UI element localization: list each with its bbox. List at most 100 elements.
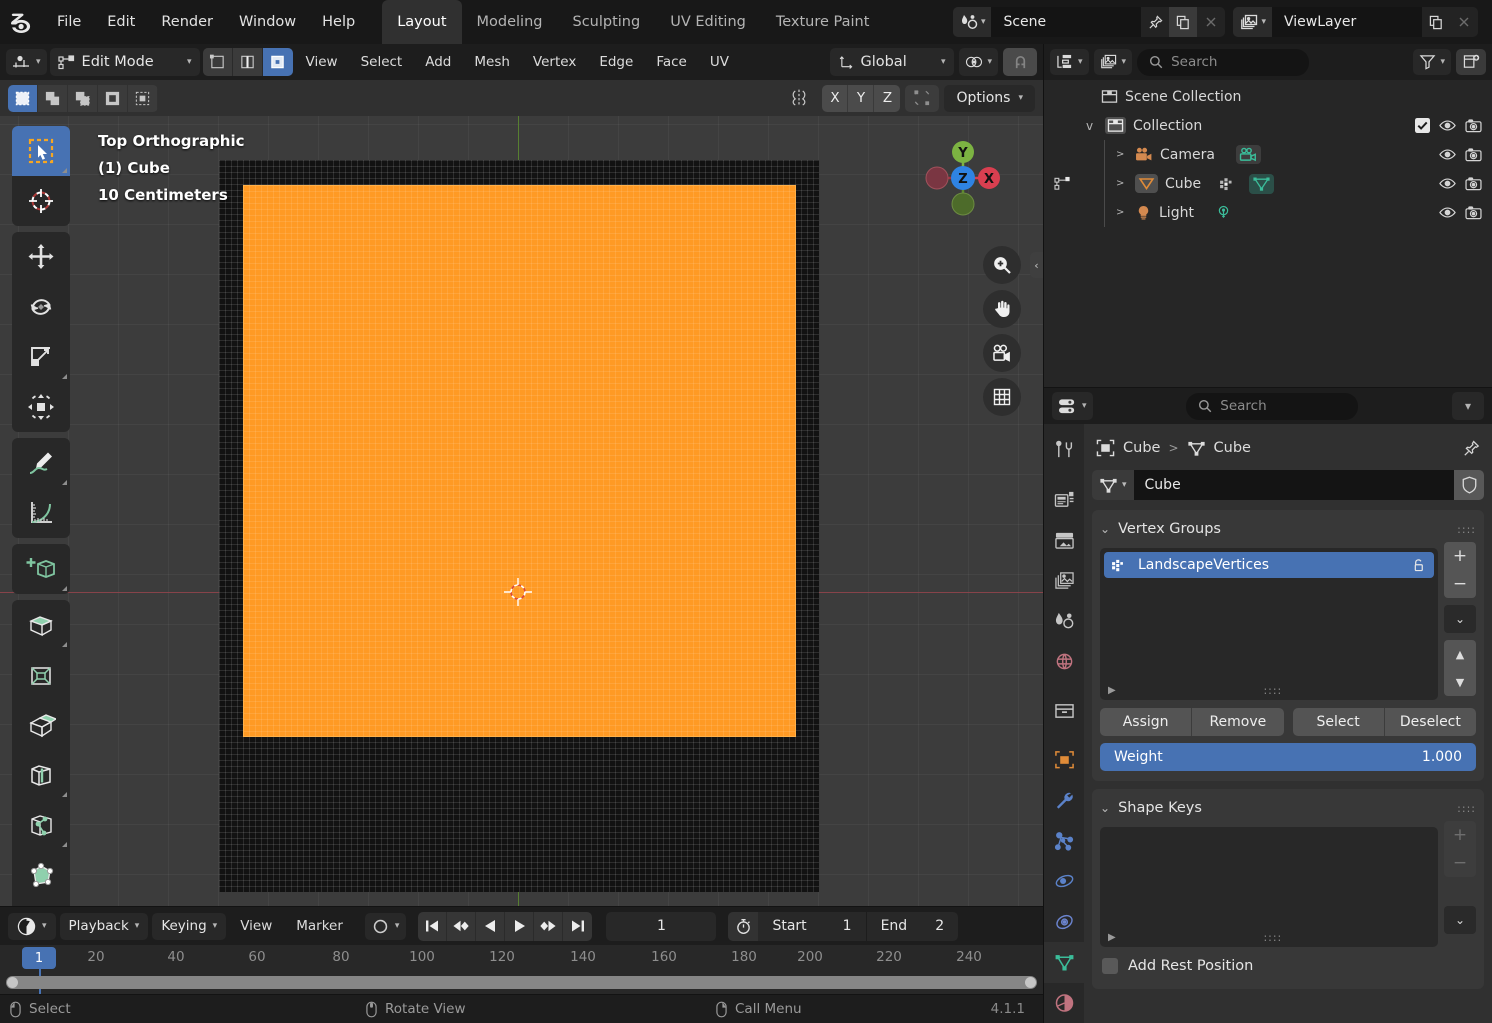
timeline-ruler[interactable]: 20 40 60 80 100 120 140 160 180 200 220 … (0, 945, 1043, 994)
mirror-axis-x[interactable]: X (822, 84, 849, 112)
vertex-groups-header[interactable]: ⌄ Vertex Groups :::: (1100, 516, 1476, 542)
jump-prev-keyframe-icon[interactable] (447, 911, 477, 941)
viewport-menu-face[interactable]: Face (646, 49, 697, 75)
select-button[interactable]: Select (1292, 708, 1385, 736)
expand-filter-arrow-icon[interactable]: ▶ (1108, 932, 1116, 943)
snap-magnet-icon[interactable] (1003, 48, 1037, 76)
move-vertex-group-up-button[interactable]: ▲ (1444, 640, 1476, 668)
move-vertex-group-down-button[interactable]: ▼ (1444, 668, 1476, 696)
modifier-tab[interactable] (1044, 780, 1084, 820)
shape-key-specials-button[interactable]: ⌄ (1444, 906, 1476, 934)
menu-file[interactable]: File (44, 0, 94, 44)
select-intersect-mode[interactable] (128, 84, 158, 112)
outliner-row-collection[interactable]: v Collection (1044, 111, 1492, 140)
chevron-down-icon[interactable]: ⌄ (1100, 801, 1110, 815)
menu-help[interactable]: Help (309, 0, 368, 44)
disable-in-renders-camera-icon[interactable] (1465, 147, 1482, 162)
add-rest-position-row[interactable]: Add Rest Position (1100, 953, 1476, 979)
funnel-filter-icon[interactable]: ▾ (1413, 49, 1451, 75)
transform-orientation-selector[interactable]: Global ▾ (830, 48, 955, 76)
resize-grip-icon[interactable]: :::: (1263, 684, 1282, 697)
camera-data-icon[interactable] (1235, 145, 1261, 164)
pan-hand-icon[interactable] (983, 290, 1021, 328)
mesh-selected-faces[interactable] (243, 185, 796, 737)
transform-tool[interactable] (12, 382, 70, 432)
weight-slider[interactable]: Weight 1.000 (1100, 743, 1476, 771)
workspace-tab-modeling[interactable]: Modeling (462, 0, 558, 44)
viewport-menu-edge[interactable]: Edge (589, 49, 643, 75)
workspace-tab-texture-paint[interactable]: Texture Paint (761, 0, 885, 44)
viewport-menu-mesh[interactable]: Mesh (464, 49, 520, 75)
browse-mesh-data-button[interactable]: ▾ (1092, 470, 1134, 500)
annotate-tool[interactable] (12, 438, 70, 488)
scene-name-field[interactable]: Scene (991, 7, 1142, 37)
hide-in-viewport-eye-icon[interactable] (1439, 119, 1456, 132)
tweak-select-tool[interactable] (12, 126, 70, 176)
knife-tool[interactable] (12, 800, 70, 850)
tool-tab[interactable] (1044, 430, 1084, 470)
menu-render[interactable]: Render (148, 0, 226, 44)
unlock-icon[interactable] (1411, 558, 1426, 573)
blender-logo-icon[interactable] (0, 0, 44, 44)
current-frame-field[interactable]: 1 (606, 911, 717, 941)
viewlayer-name-field[interactable]: ViewLayer (1272, 7, 1422, 37)
options-dropdown[interactable]: Options ▾ (944, 84, 1035, 112)
properties-editor-icon[interactable]: ▾ (1052, 392, 1093, 420)
mesh-data-name-field[interactable]: Cube (1133, 470, 1454, 500)
mode-selector[interactable]: Edit Mode ▾ (49, 48, 200, 76)
expand-filter-arrow-icon[interactable]: ▶ (1108, 685, 1116, 696)
outliner-row-camera[interactable]: > Camera (1044, 140, 1492, 169)
disable-in-renders-camera-icon[interactable] (1465, 118, 1482, 133)
vertex-group-specials-button[interactable]: ⌄ (1444, 605, 1476, 633)
material-tab[interactable] (1044, 983, 1084, 1023)
hide-in-viewport-eye-icon[interactable] (1439, 148, 1456, 161)
face-select-mode[interactable] (262, 48, 293, 76)
viewlayer-icon[interactable]: ▾ (1233, 7, 1272, 37)
viewlayer-selector[interactable]: ▾ ViewLayer (1233, 7, 1478, 37)
deselect-button[interactable]: Deselect (1384, 708, 1476, 736)
data-tab[interactable] (1044, 942, 1084, 983)
jump-to-end-icon[interactable] (563, 912, 592, 941)
workspace-tab-layout[interactable]: Layout (382, 0, 462, 44)
expand-arrow-right-icon[interactable]: > (1116, 178, 1128, 189)
breadcrumb-object-label[interactable]: Cube (1123, 440, 1160, 456)
resize-grip-icon[interactable]: :::: (1263, 931, 1282, 944)
toggle-ortho-grid-icon[interactable] (983, 378, 1021, 416)
new-collection-icon[interactable] (1456, 49, 1486, 75)
play-reverse-icon[interactable] (476, 911, 506, 941)
vertex-groups-list[interactable]: LandscapeVertices ▶ :::: (1100, 548, 1438, 700)
outliner-display-mode-icon[interactable]: ▾ (1050, 49, 1089, 75)
mirror-axis-z[interactable]: Z (874, 84, 901, 112)
remove-button[interactable]: Remove (1192, 708, 1284, 736)
navigation-gizmo[interactable]: Y X Z (911, 126, 1015, 230)
expand-arrow-right-icon[interactable]: > (1116, 149, 1128, 160)
collection-enable-checkbox[interactable] (1415, 118, 1430, 133)
world-tab[interactable] (1044, 641, 1084, 681)
mesh-object-cube[interactable] (219, 160, 819, 892)
cursor-tool[interactable] (12, 176, 70, 226)
mirror-axis-y[interactable]: Y (848, 84, 875, 112)
frame-end-field[interactable]: End 2 (867, 912, 959, 941)
workspace-tab-uv-editing[interactable]: UV Editing (655, 0, 761, 44)
edge-select-mode[interactable] (232, 48, 263, 76)
timeline-editor-icon[interactable]: ▾ (8, 912, 56, 940)
viewport-menu-select[interactable]: Select (351, 49, 413, 75)
timeline-menu-view[interactable]: View (230, 913, 282, 940)
object-square-icon[interactable] (1096, 439, 1115, 457)
close-icon[interactable] (1197, 7, 1225, 37)
measure-tool[interactable] (12, 488, 70, 538)
outliner-row-cube[interactable]: > Cube (1044, 169, 1492, 198)
select-extend-mode[interactable] (38, 84, 68, 112)
remove-vertex-group-button[interactable]: − (1444, 570, 1476, 598)
render-tab[interactable] (1044, 479, 1084, 519)
scale-tool[interactable] (12, 332, 70, 382)
play-icon[interactable] (505, 911, 535, 941)
new-scene-icon[interactable] (1169, 7, 1198, 37)
auto-keying-toggle[interactable]: ▾ (364, 912, 407, 940)
expand-arrow-right-icon[interactable]: > (1116, 207, 1128, 218)
menu-edit[interactable]: Edit (94, 0, 148, 44)
outliner-row-scene-collection[interactable]: Scene Collection (1044, 82, 1492, 111)
particles-tab[interactable] (1044, 821, 1084, 861)
pin-icon[interactable] (1463, 439, 1480, 457)
physics-tab[interactable] (1044, 861, 1084, 901)
